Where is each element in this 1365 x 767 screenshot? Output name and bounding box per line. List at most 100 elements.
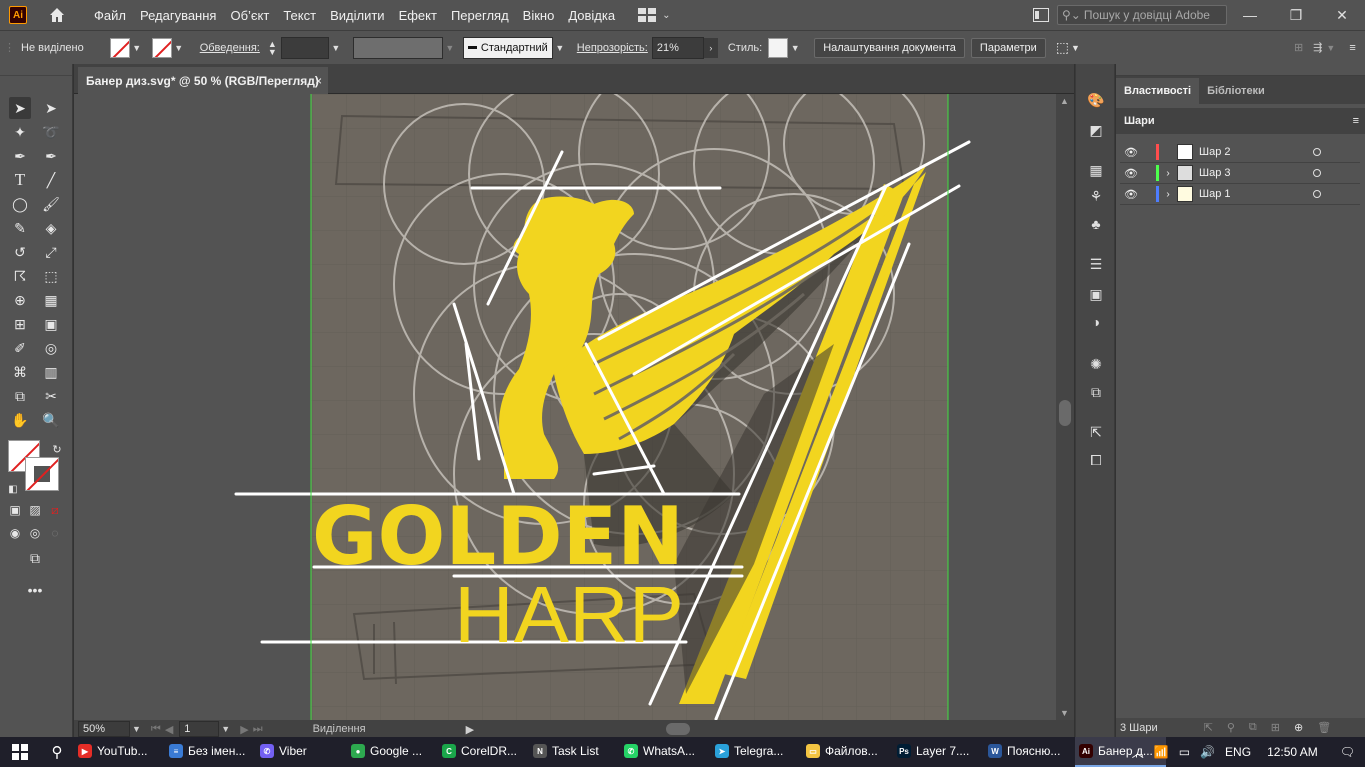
workspace-switcher[interactable]: ⌄ bbox=[638, 8, 670, 22]
taskbar-app[interactable]: W Поясню... bbox=[984, 737, 1075, 767]
stroke-label[interactable]: Обведення: bbox=[200, 42, 260, 54]
chevron-down-icon[interactable]: ▼ bbox=[172, 38, 186, 58]
shaper-tool-icon[interactable]: ✎ bbox=[9, 217, 31, 239]
free-transform-tool-icon[interactable]: ⬚ bbox=[40, 265, 62, 287]
align-icon[interactable]: ⊞ bbox=[1294, 41, 1303, 54]
layer-target-icon[interactable] bbox=[1313, 190, 1321, 198]
gradient-tool-icon[interactable]: ▣ bbox=[40, 313, 62, 335]
menu-select[interactable]: Виділити bbox=[323, 8, 391, 23]
graphic-style-swatch[interactable] bbox=[768, 37, 789, 58]
scroll-down-icon[interactable]: ▼ bbox=[1060, 708, 1069, 718]
artwork[interactable]: GOLDEN HARP bbox=[74, 94, 1056, 720]
transparency-icon[interactable]: ◑ bbox=[1086, 312, 1106, 332]
panel-grip[interactable] bbox=[1116, 64, 1365, 76]
selection-tool-icon[interactable]: ➤ bbox=[9, 97, 31, 119]
shape-builder-tool-icon[interactable]: ⊕ bbox=[9, 289, 31, 311]
fill-swatch[interactable] bbox=[109, 37, 130, 58]
new-sublayer-icon[interactable]: ⊞ bbox=[1271, 721, 1280, 734]
color-guide-icon[interactable]: ◩ bbox=[1086, 120, 1106, 140]
next-artboard-icon[interactable]: ▶ bbox=[240, 723, 248, 736]
color-mode-icon[interactable]: ▣ bbox=[4, 499, 26, 521]
layer-row[interactable]: 👁 Шар 2 bbox=[1120, 142, 1360, 163]
first-artboard-icon[interactable]: ⏮ bbox=[151, 723, 161, 736]
visibility-eye-icon[interactable]: 👁 bbox=[1120, 188, 1142, 201]
brushes-icon[interactable]: ⚘ bbox=[1086, 186, 1106, 206]
ellipse-tool-icon[interactable]: ◯ bbox=[9, 193, 31, 215]
menu-help[interactable]: Довідка bbox=[561, 8, 622, 23]
export-icon[interactable]: ⇱ bbox=[1086, 422, 1106, 442]
menu-effect[interactable]: Ефект bbox=[392, 8, 444, 23]
none-mode-icon[interactable]: ⧄ bbox=[44, 499, 66, 521]
chevron-down-icon[interactable]: ▼ bbox=[132, 724, 141, 734]
visibility-eye-icon[interactable]: 👁 bbox=[1120, 146, 1142, 159]
variable-width-profile[interactable] bbox=[352, 36, 443, 59]
slice-tool-icon[interactable]: ✂ bbox=[40, 385, 62, 407]
tab-libraries[interactable]: Бібліотеки bbox=[1199, 78, 1273, 104]
layer-target-icon[interactable] bbox=[1313, 169, 1321, 177]
grid-layout-icon[interactable] bbox=[638, 8, 657, 22]
artboards-icon[interactable]: ⧠ bbox=[1086, 450, 1106, 470]
stroke-color-icon[interactable] bbox=[25, 457, 59, 491]
magic-wand-tool-icon[interactable]: ✦ bbox=[9, 121, 31, 143]
gradient-panel-icon[interactable]: ▣ bbox=[1086, 284, 1106, 304]
scroll-thumb[interactable] bbox=[1059, 400, 1071, 426]
menu-window[interactable]: Вікно bbox=[516, 8, 562, 23]
opacity-field[interactable]: 21% bbox=[651, 36, 704, 59]
layer-name[interactable]: Шар 3 bbox=[1199, 167, 1309, 179]
menu-edit[interactable]: Редагування bbox=[133, 8, 224, 23]
notifications-icon[interactable]: 🗨 bbox=[1340, 745, 1355, 759]
stepper-icon[interactable]: ▲ ▼ bbox=[268, 39, 277, 56]
minimize-button[interactable]: — bbox=[1227, 0, 1273, 30]
direct-selection-tool-icon[interactable]: ➤ bbox=[40, 97, 62, 119]
taskbar-app[interactable]: N Task List bbox=[529, 737, 620, 767]
language-indicator[interactable]: ENG bbox=[1225, 745, 1251, 759]
layers-title[interactable]: Шари bbox=[1124, 115, 1155, 127]
taskbar-app[interactable]: ✆ WhatsA... bbox=[620, 737, 711, 767]
taskbar-app[interactable]: ➤ Telegra... bbox=[711, 737, 802, 767]
chevron-down-icon[interactable]: ▼ bbox=[130, 38, 144, 58]
chevron-down-icon[interactable]: ▼ bbox=[443, 38, 457, 58]
layer-name[interactable]: Шар 1 bbox=[1199, 188, 1309, 200]
opacity-label[interactable]: Непрозорість: bbox=[577, 42, 648, 54]
document-setup-button[interactable]: Налаштування документа bbox=[814, 37, 965, 58]
document-tab[interactable]: Банер диз.svg* @ 50 % (RGB/Перегляд) × bbox=[78, 67, 328, 94]
clipping-mask-icon[interactable]: ⧉ bbox=[1249, 721, 1257, 734]
layer-target-icon[interactable] bbox=[1313, 148, 1321, 156]
column-graph-tool-icon[interactable]: ▥ bbox=[40, 361, 62, 383]
layer-row[interactable]: 👁 › Шар 3 bbox=[1120, 163, 1360, 184]
scale-tool-icon[interactable]: ⤢ bbox=[40, 241, 62, 263]
status-menu-icon[interactable]: ▶ bbox=[466, 723, 474, 736]
symbol-sprayer-tool-icon[interactable]: ⌘ bbox=[9, 361, 31, 383]
menu-object[interactable]: Об’єкт bbox=[223, 8, 276, 23]
close-tab-icon[interactable]: × bbox=[315, 74, 322, 88]
type-tool-icon[interactable]: T bbox=[9, 169, 31, 191]
lasso-tool-icon[interactable]: ➰ bbox=[40, 121, 62, 143]
brush-definition-field[interactable]: Стандартний bbox=[462, 36, 553, 59]
screen-mode-icon[interactable]: ⧉ bbox=[24, 547, 46, 569]
chevron-down-icon[interactable]: ▼ bbox=[1326, 43, 1335, 53]
trash-icon[interactable]: 🗑 bbox=[1317, 721, 1331, 734]
wifi-icon[interactable]: 📶 bbox=[1154, 745, 1169, 759]
taskbar-app[interactable]: ▶ YouTub... bbox=[74, 737, 165, 767]
locate-object-icon[interactable]: ⚲ bbox=[1227, 721, 1235, 734]
eraser-tool-icon[interactable]: ◈ bbox=[40, 217, 62, 239]
hand-tool-icon[interactable]: ✋ bbox=[9, 409, 31, 431]
artboard-number-field[interactable]: 1 bbox=[179, 721, 220, 737]
last-artboard-icon[interactable]: ⏭ bbox=[253, 723, 263, 736]
close-button[interactable]: ✕ bbox=[1319, 0, 1365, 30]
taskbar-app[interactable]: C CorelDR... bbox=[438, 737, 529, 767]
draw-behind-icon[interactable]: ◎ bbox=[24, 522, 46, 544]
home-icon[interactable] bbox=[47, 5, 67, 25]
chevron-down-icon[interactable]: ▼ bbox=[788, 38, 802, 58]
chevron-right-icon[interactable]: › bbox=[703, 37, 718, 58]
visibility-eye-icon[interactable]: 👁 bbox=[1120, 167, 1142, 180]
hscroll-thumb[interactable] bbox=[666, 723, 690, 735]
paintbrush-tool-icon[interactable]: 🖌 bbox=[40, 193, 62, 215]
help-search-input[interactable]: ⚲⌄ Пошук у довідці Adobe bbox=[1057, 5, 1227, 25]
gradient-mode-icon[interactable]: ▨ bbox=[24, 499, 46, 521]
chevron-down-icon[interactable]: ⌄ bbox=[662, 10, 670, 21]
arrange-panel-icon[interactable] bbox=[1033, 8, 1049, 22]
windows-start-icon[interactable] bbox=[0, 737, 40, 767]
swatches-icon[interactable]: ▦ bbox=[1086, 160, 1106, 180]
properties-panel-icon[interactable]: 🎨 bbox=[1086, 90, 1106, 110]
